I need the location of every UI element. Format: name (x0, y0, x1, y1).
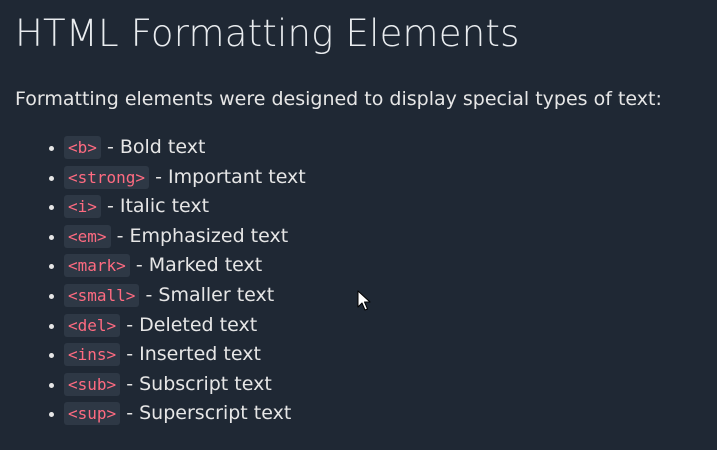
page-title: HTML Formatting Elements (15, 12, 520, 55)
item-description: Deleted text (139, 313, 258, 336)
list-item-sup: <sup> - Superscript text (49, 399, 306, 429)
list-item-b: <b> - Bold text (49, 133, 306, 163)
item-description: Marked text (148, 254, 263, 277)
separator: - (126, 402, 134, 425)
code-tag: <em> (64, 224, 111, 248)
separator: - (106, 136, 114, 158)
code-tag: <sub> (64, 372, 121, 396)
item-description: Italic text (119, 195, 210, 218)
separator: - (126, 372, 134, 395)
code-tag: <small> (64, 283, 140, 307)
separator: - (145, 283, 153, 306)
item-description: Superscript text (139, 402, 292, 425)
intro-paragraph: Formatting elements were designed to dis… (15, 88, 662, 110)
code-tag: <b> (64, 136, 101, 159)
page-content: HTML Formatting Elements Formatting elem… (15, 0, 717, 426)
list-item-i: <i> - Italic text (49, 192, 306, 222)
formatting-elements-list: <b> - Bold text <strong> - Important tex… (15, 133, 306, 429)
code-tag: <i> (64, 195, 101, 219)
item-description: Emphasized text (129, 224, 289, 247)
list-item-strong: <strong> - Important text (49, 163, 306, 193)
code-tag: <strong> (64, 165, 150, 189)
list-item-del: <del> - Deleted text (49, 311, 306, 341)
code-tag: <del> (64, 313, 121, 337)
list-item-small: <small> - Smaller text (49, 281, 306, 311)
item-description: Inserted text (139, 343, 261, 366)
list-item-mark: <mark> - Marked text (49, 251, 306, 281)
list-item-em: <em> - Emphasized text (49, 222, 306, 252)
item-description: Subscript text (139, 372, 272, 395)
code-tag: <sup> (64, 402, 121, 426)
separator: - (135, 254, 143, 277)
separator: - (126, 343, 134, 366)
mouse-pointer-icon (357, 290, 371, 311)
code-tag: <ins> (64, 343, 121, 367)
item-description: Smaller text (158, 283, 275, 306)
separator: - (155, 165, 162, 188)
separator: - (126, 313, 134, 336)
code-tag: <mark> (64, 254, 130, 278)
separator: - (116, 224, 124, 247)
separator: - (106, 195, 114, 218)
list-item-ins: <ins> - Inserted text (49, 340, 306, 370)
item-description: Important text (168, 165, 306, 188)
list-item-sub: <sub> - Subscript text (49, 370, 306, 400)
item-description: Bold text (119, 136, 206, 158)
